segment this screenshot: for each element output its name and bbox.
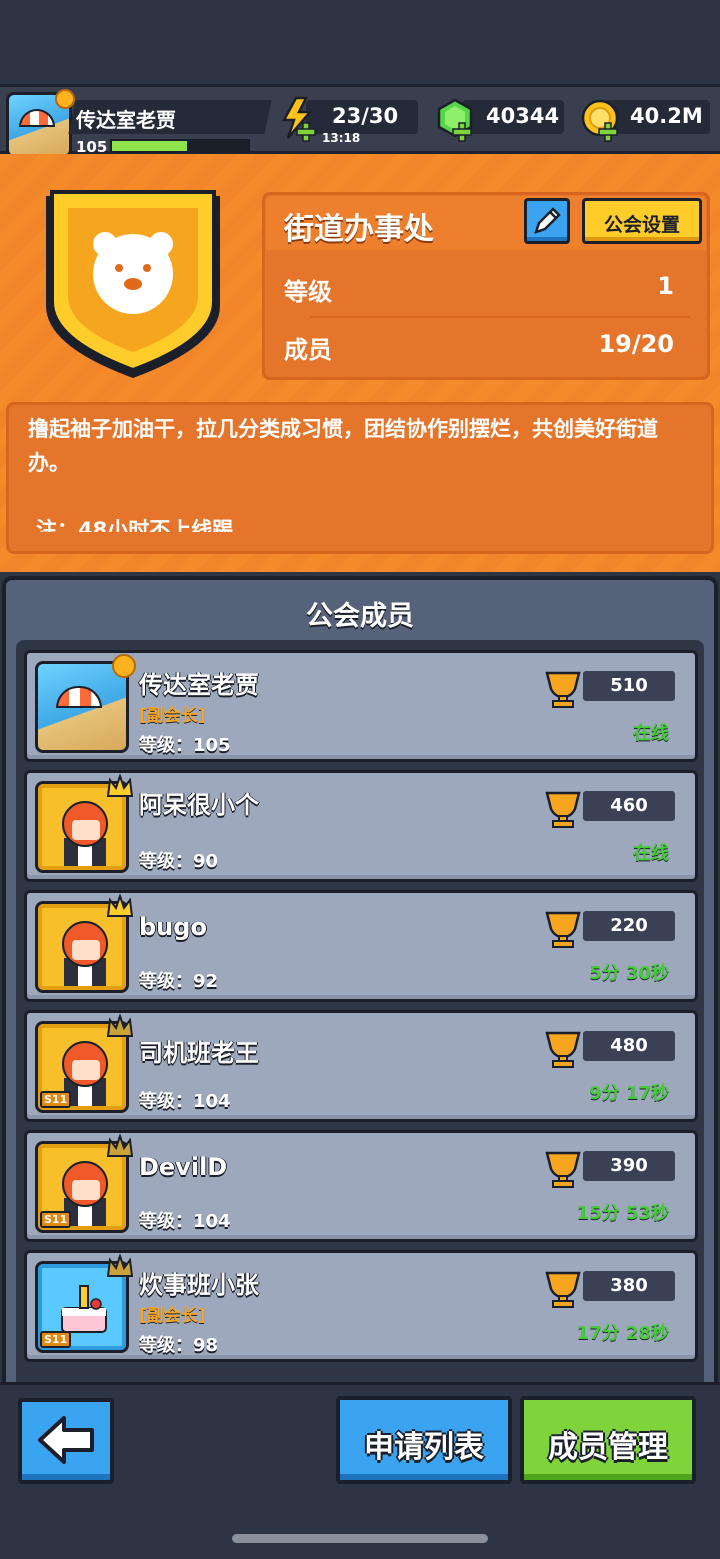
member-level: 等级：90: [139, 851, 219, 872]
divider: [310, 316, 690, 318]
trophy-icon: [545, 791, 581, 828]
guild-level-label: 等级: [284, 278, 332, 306]
trophy-score: 220: [583, 911, 675, 941]
member-status: 15分 53秒: [576, 1203, 669, 1224]
member-manage-label: 成员管理: [548, 1430, 668, 1465]
character-icon: [62, 921, 108, 986]
member-level: 等级：104: [139, 1211, 231, 1232]
crown-icon: [106, 1254, 134, 1277]
season-badge: S11: [40, 1211, 72, 1228]
crown-icon: [106, 1014, 134, 1037]
trophy-icon: [545, 1031, 581, 1068]
member-row[interactable]: S11 DevilD 等级：104 390 15分 53秒: [24, 1130, 698, 1242]
member-avatar: S11: [35, 1254, 134, 1353]
sun-icon: [112, 654, 136, 678]
trophy-score: 460: [583, 791, 675, 821]
crown-icon: [106, 774, 134, 797]
xp-bar-fill: [112, 141, 187, 151]
energy-value: 23/30: [332, 104, 399, 128]
member-status: 在线: [633, 843, 669, 864]
member-manage-button[interactable]: 成员管理: [520, 1396, 696, 1484]
add-coins-icon[interactable]: [598, 122, 618, 142]
guild-members-label: 成员: [284, 336, 332, 364]
player-name: 传达室老贾: [76, 108, 176, 132]
member-level: 等级：104: [139, 1091, 231, 1112]
umbrella-icon: [19, 109, 55, 127]
trophy-score: 480: [583, 1031, 675, 1061]
member-avatar: S11: [35, 1014, 134, 1113]
member-level: 等级：105: [139, 735, 231, 756]
edit-name-button[interactable]: [524, 198, 570, 244]
guild-description: 撸起袖子加油干，拉几分类成习惯，团结协作别摆烂，共创美好街道办。: [28, 417, 658, 475]
home-indicator[interactable]: [232, 1534, 488, 1543]
bear-icon: [93, 232, 173, 314]
member-name: 司机班老王: [139, 1039, 259, 1067]
character-icon: [62, 801, 108, 866]
pencil-icon: [534, 207, 561, 234]
gem-value: 40344: [486, 104, 560, 128]
cake-icon: [61, 1285, 107, 1333]
score-value: 380: [610, 1275, 648, 1296]
member-role: [副会长]: [139, 1306, 206, 1326]
guild-emblem: [46, 190, 220, 378]
player-avatar[interactable]: [6, 89, 75, 158]
trophy-icon: [545, 1271, 581, 1308]
member-row[interactable]: 阿呆很小个 等级：90 460 在线: [24, 770, 698, 882]
member-row[interactable]: S11 炊事班小张 [副会长] 等级：98 380 17分 28秒: [24, 1250, 698, 1362]
guild-name: 街道办事处: [284, 212, 434, 247]
trophy-icon: [545, 1151, 581, 1188]
guild-note: 注：48小时不上线踢: [36, 518, 234, 532]
member-level: 等级：98: [139, 1335, 219, 1356]
trophy-score: 510: [583, 671, 675, 701]
score-value: 480: [610, 1035, 648, 1056]
crown-icon: [106, 894, 134, 917]
season-badge: S11: [40, 1091, 72, 1108]
member-row[interactable]: S11 司机班老王 等级：104 480 9分 17秒: [24, 1010, 698, 1122]
member-name: bugo: [139, 913, 207, 941]
guild-members-value: 19/20: [598, 330, 674, 358]
member-name: DevilD: [139, 1153, 228, 1181]
member-status: 5分 30秒: [589, 963, 669, 984]
crown-icon: [106, 1134, 134, 1157]
guild-level-value: 1: [657, 272, 674, 300]
trophy-icon: [545, 671, 581, 708]
sun-icon: [55, 89, 75, 109]
member-avatar: S11: [35, 1134, 134, 1233]
guild-settings-label: 公会设置: [603, 214, 680, 236]
trophy-score: 380: [583, 1271, 675, 1301]
score-value: 390: [610, 1155, 648, 1176]
arrow-left-icon: [38, 1416, 94, 1464]
apply-list-button[interactable]: 申请列表: [336, 1396, 512, 1484]
member-avatar: [35, 774, 134, 873]
status-area: [0, 0, 720, 88]
trophy-score: 390: [583, 1151, 675, 1181]
score-value: 510: [610, 675, 648, 696]
add-gems-icon[interactable]: [452, 122, 472, 142]
member-avatar: [35, 894, 134, 993]
member-name: 阿呆很小个: [139, 791, 259, 819]
member-status: 9分 17秒: [589, 1083, 669, 1104]
trophy-icon: [545, 911, 581, 948]
member-row[interactable]: 传达室老贾 [副会长] 等级：105 510 在线: [24, 650, 698, 762]
guild-settings-button[interactable]: 公会设置: [582, 198, 702, 244]
xp-bar: [110, 139, 250, 153]
back-button[interactable]: [18, 1398, 114, 1484]
members-title: 公会成员: [306, 601, 414, 632]
score-value: 220: [610, 915, 648, 936]
umbrella-icon: [56, 686, 102, 708]
member-row[interactable]: bugo 等级：92 220 5分 30秒: [24, 890, 698, 1002]
member-name: 炊事班小张: [139, 1271, 259, 1299]
member-status: 17分 28秒: [576, 1323, 669, 1344]
member-role: [副会长]: [139, 706, 206, 726]
member-name: 传达室老贾: [139, 671, 259, 699]
member-avatar: [35, 654, 136, 753]
energy-timer: 13:18: [322, 131, 361, 145]
coin-value: 40.2M: [630, 104, 703, 128]
member-status: 在线: [633, 723, 669, 744]
apply-list-label: 申请列表: [364, 1430, 484, 1465]
season-badge: S11: [40, 1331, 72, 1348]
member-level: 等级：92: [139, 971, 219, 992]
add-energy-icon[interactable]: [296, 122, 316, 142]
score-value: 460: [610, 795, 648, 816]
